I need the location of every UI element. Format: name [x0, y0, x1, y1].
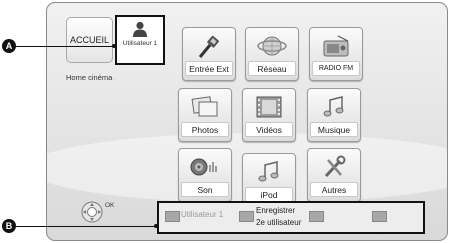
tile-reseau-label: Réseau: [248, 61, 296, 76]
tools-icon: [324, 155, 346, 178]
tile-videos[interactable]: Vidéos: [242, 88, 296, 142]
function-button-3[interactable]: [309, 211, 324, 222]
callout-a-leader: [16, 46, 114, 47]
function-button-4[interactable]: [372, 211, 387, 222]
home-label: ACCUEIL: [69, 35, 109, 45]
tile-ipod-label: iPod: [245, 187, 293, 202]
tile-entree-ext-label: Entrée Ext: [185, 61, 233, 76]
callout-a: A: [2, 39, 16, 53]
tile-musique[interactable]: Musique: [307, 88, 361, 142]
music-note-icon: [258, 161, 279, 182]
tile-son[interactable]: Son: [178, 148, 232, 202]
callout-b-leader: [16, 226, 156, 227]
globe-network-icon: [257, 36, 287, 56]
subtitle: Home cinéma: [66, 73, 113, 82]
tile-videos-label: Vidéos: [245, 122, 293, 137]
tile-autres[interactable]: Autres: [307, 148, 361, 202]
function-button-1[interactable]: [165, 211, 180, 222]
register-label-line1: Enregistrer: [256, 206, 296, 215]
function-button-2[interactable]: [239, 211, 254, 222]
user-label: Utilisateur 1: [122, 40, 158, 47]
tile-son-label: Son: [181, 182, 229, 197]
callout-b: B: [2, 219, 16, 233]
hdmi-cable-icon: [198, 35, 219, 58]
register-label-line2: 2e utilisateur: [256, 218, 302, 227]
tile-radio-fm[interactable]: RADIO FM: [309, 27, 363, 81]
tile-radio-fm-label: RADIO FM: [312, 61, 360, 76]
function-bar: Utilisateur 1 Enregistrer 2e utilisateur: [157, 201, 425, 234]
callout-b-dot: [154, 224, 158, 228]
remote-dpad-icon: [81, 201, 103, 223]
tile-autres-label: Autres: [310, 182, 358, 197]
tile-ipod[interactable]: iPod: [242, 153, 296, 207]
music-note-icon: [323, 96, 344, 117]
person-icon: [133, 21, 147, 37]
callout-a-dot: [112, 44, 116, 48]
ok-label: OK: [105, 202, 115, 209]
tile-reseau[interactable]: Réseau: [245, 27, 299, 81]
home-menu-screen: ACCUEIL Utilisateur 1 Home cinéma Entrée…: [46, 2, 448, 241]
user-button[interactable]: Utilisateur 1: [115, 15, 165, 65]
film-strip-icon: [256, 96, 282, 118]
tile-photos-label: Photos: [181, 122, 229, 137]
photo-frames-icon: [191, 96, 218, 117]
function-bar-user-label: Utilisateur 1: [181, 210, 224, 219]
radio-icon: [323, 35, 349, 57]
tile-entree-ext[interactable]: Entrée Ext: [182, 27, 236, 81]
speaker-icon: [190, 158, 217, 176]
tile-photos[interactable]: Photos: [178, 88, 232, 142]
home-button[interactable]: ACCUEIL: [66, 17, 113, 63]
tile-musique-label: Musique: [310, 122, 358, 137]
